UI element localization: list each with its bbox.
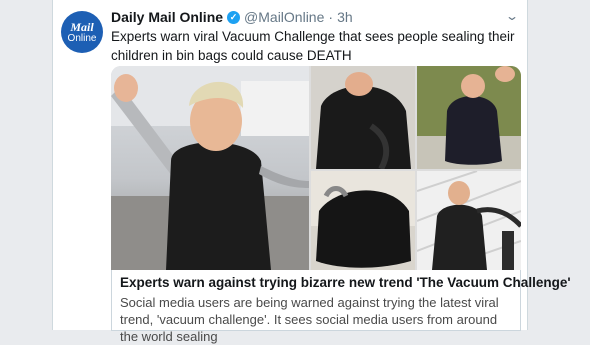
link-card-description: Social media users are being warned agai…	[120, 295, 499, 344]
verified-badge-icon: ✓	[227, 10, 241, 24]
tweet-text: Experts warn viral Vacuum Challenge that…	[111, 29, 515, 63]
timestamp[interactable]: 3h	[337, 9, 353, 25]
user-handle[interactable]: @MailOnline	[244, 9, 324, 25]
avatar[interactable]: Mail Online	[61, 11, 103, 53]
photo-main	[111, 66, 309, 270]
link-card-image[interactable]	[111, 66, 521, 270]
tweet-card[interactable]: Mail Online Daily Mail Online ✓ @MailOnl…	[52, 0, 571, 344]
chevron-down-icon[interactable]: ⌄	[505, 9, 519, 23]
avatar-text-line2: Online	[67, 32, 97, 44]
photo-top-middle	[311, 66, 415, 169]
photo-bottom-right	[417, 171, 521, 270]
link-card-title[interactable]: Experts warn against trying bizarre new …	[120, 275, 571, 290]
display-name[interactable]: Daily Mail Online	[111, 9, 223, 25]
separator-dot: ·	[328, 9, 334, 25]
photo-bottom-middle	[311, 171, 415, 270]
avatar-text-line1: Mail	[70, 19, 94, 34]
photo-top-right	[417, 66, 521, 169]
link-card-caption[interactable]: Experts warn against trying bizarre new …	[111, 270, 571, 344]
tweet-header: Daily Mail Online ✓ @MailOnline · 3h	[111, 9, 353, 25]
